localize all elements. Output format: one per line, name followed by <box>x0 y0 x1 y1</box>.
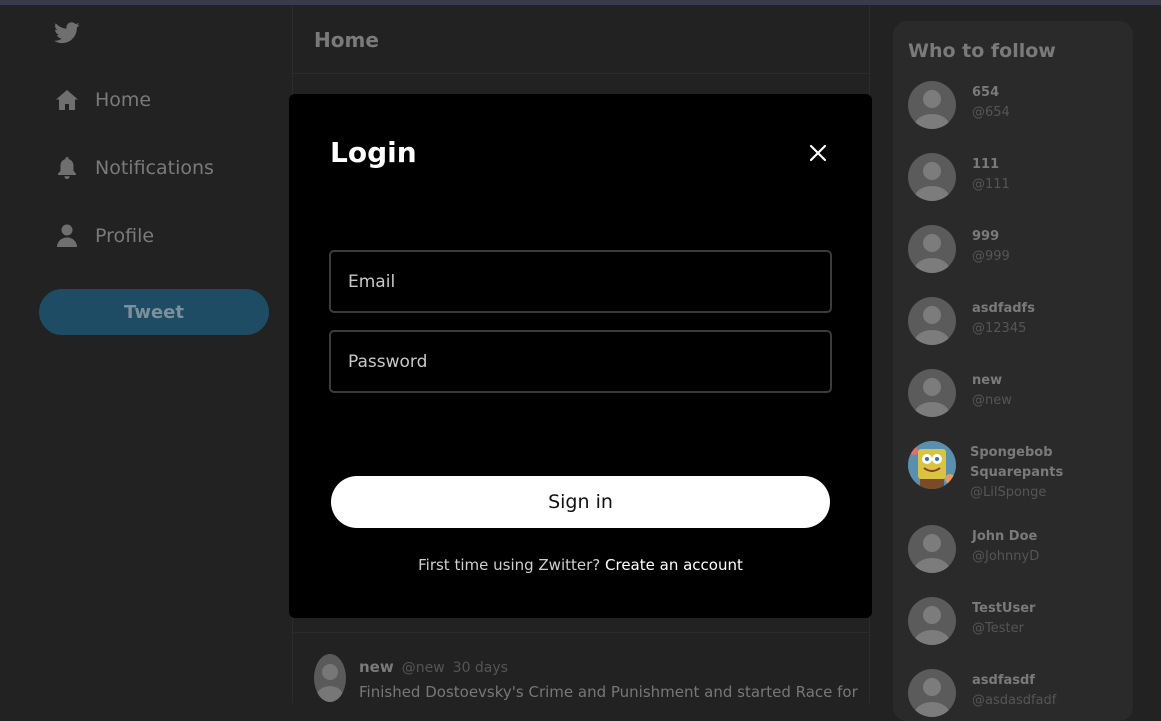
nav-item-notifications[interactable]: Notifications <box>54 151 214 185</box>
follow-handle: @111 <box>972 177 1010 192</box>
follow-name: 999 <box>972 229 1000 244</box>
tweet-author-handle: @new <box>401 660 445 676</box>
avatar[interactable] <box>908 669 956 717</box>
follow-handle: @new <box>972 393 1012 408</box>
twitter-bird-icon[interactable] <box>54 22 80 44</box>
signup-prompt-line: First time using Zwitter? Create an acco… <box>289 556 872 574</box>
follow-name: 111 <box>972 157 1000 172</box>
nav-item-home[interactable]: Home <box>54 83 151 117</box>
follow-name: John Doe <box>972 529 1038 544</box>
follow-handle: @654 <box>972 105 1010 120</box>
follow-suggestion[interactable]: John Doe @JohnnyD <box>908 525 1128 573</box>
divider <box>293 632 869 633</box>
follow-name: asdfadfs <box>972 301 1035 316</box>
avatar[interactable] <box>908 597 956 645</box>
password-field[interactable] <box>329 330 832 393</box>
tweet-meta: new @new 30 days <box>359 658 508 676</box>
feed-header: Home <box>293 5 869 74</box>
follow-name: asdfasdf <box>972 673 1035 688</box>
who-to-follow-panel: Who to follow 654 @654 111 @111 999 @999 <box>893 21 1133 721</box>
follow-suggestion[interactable]: 654 @654 <box>908 81 1128 129</box>
nav-item-label: Home <box>95 89 152 111</box>
follow-handle: @999 <box>972 249 1010 264</box>
close-icon[interactable] <box>805 140 831 166</box>
page-title: Home <box>314 28 379 52</box>
avatar[interactable] <box>908 297 956 345</box>
modal-title: Login <box>330 136 417 169</box>
follow-handle: @JohnnyD <box>972 549 1040 564</box>
who-to-follow-title: Who to follow <box>908 40 1056 62</box>
follow-name: new <box>972 373 1003 388</box>
login-modal: Login Sign in First time using Zwitter? … <box>289 94 872 618</box>
nav-item-label: Notifications <box>95 157 214 179</box>
follow-suggestion[interactable]: Spongebob Squarepants @LilSponge <box>908 441 1128 503</box>
follow-handle: @12345 <box>972 321 1027 336</box>
avatar[interactable] <box>908 153 956 201</box>
follow-suggestion[interactable]: new @new <box>908 369 1128 417</box>
home-icon <box>54 88 79 113</box>
follow-name: TestUser <box>972 601 1036 616</box>
email-field[interactable] <box>329 250 832 313</box>
avatar[interactable] <box>908 525 956 573</box>
tweet-timestamp: 30 days <box>452 660 508 676</box>
signup-prompt: First time using Zwitter? <box>418 556 601 574</box>
follow-suggestion[interactable]: TestUser @Tester <box>908 597 1128 645</box>
follow-name: 654 <box>972 85 1000 100</box>
bell-icon <box>54 156 79 181</box>
follow-name: Spongebob Squarepants <box>970 445 1064 480</box>
avatar[interactable] <box>908 81 956 129</box>
avatar[interactable] <box>908 369 956 417</box>
tweet-author-name[interactable]: new <box>359 658 394 676</box>
follow-handle: @Tester <box>972 621 1024 636</box>
tweet-text: Finished Dostoevsky's Crime and Punishme… <box>359 683 858 701</box>
follow-suggestion[interactable]: 111 @111 <box>908 153 1128 201</box>
follow-suggestion[interactable]: asdfasdf @asdasdfadf <box>908 669 1128 717</box>
tweet-button[interactable]: Tweet <box>39 289 269 335</box>
avatar[interactable] <box>908 441 956 489</box>
follow-handle: @asdasdfadf <box>972 693 1057 708</box>
follow-handle: @LilSponge <box>970 485 1047 500</box>
nav-item-label: Profile <box>95 225 155 247</box>
follow-suggestion[interactable]: 999 @999 <box>908 225 1128 273</box>
user-icon <box>54 224 79 249</box>
create-account-link[interactable]: Create an account <box>605 556 743 574</box>
follow-suggestion[interactable]: asdfadfs @12345 <box>908 297 1128 345</box>
avatar[interactable] <box>908 225 956 273</box>
nav-item-profile[interactable]: Profile <box>54 219 154 253</box>
avatar[interactable] <box>314 654 346 702</box>
sign-in-button[interactable]: Sign in <box>331 476 830 528</box>
